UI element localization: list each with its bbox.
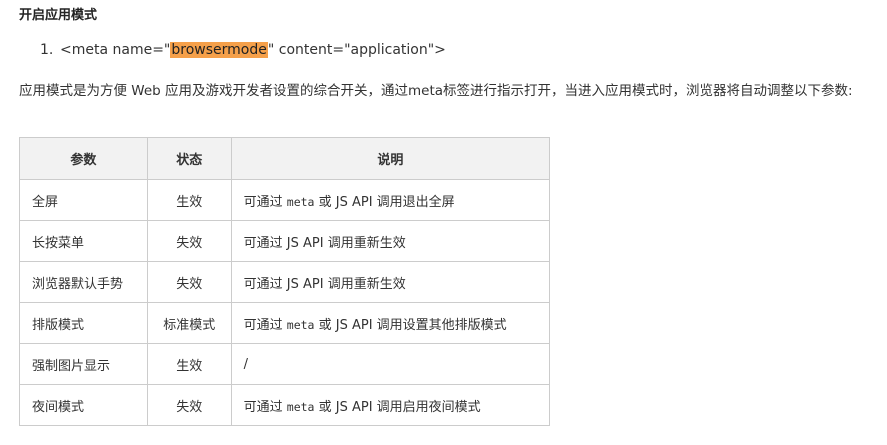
table-row: 长按菜单 失效 可通过 JS API 调用重新生效 bbox=[19, 220, 551, 262]
highlighted-keyword: browsermode bbox=[170, 42, 268, 58]
desc-text: 或 JS API 调用设置其他排版模式 bbox=[314, 317, 507, 333]
table-row: 强制图片显示 生效 / bbox=[19, 343, 551, 385]
code-text-before: <meta name=" bbox=[60, 42, 171, 58]
cell-state: 生效 bbox=[146, 343, 232, 385]
table-row: 夜间模式 失效 可通过 meta 或 JS API 调用启用夜间模式 bbox=[19, 384, 551, 426]
cell-param: 排版模式 bbox=[19, 302, 148, 344]
params-table: 参数 状态 说明 全屏 生效 可通过 meta 或 JS API 调用退出全屏 长按菜… bbox=[19, 137, 551, 426]
cell-state: 标准模式 bbox=[146, 302, 232, 344]
cell-desc: 可通过 meta 或 JS API 调用退出全屏 bbox=[230, 179, 551, 221]
cell-desc: 可通过 meta 或 JS API 调用设置其他排版模式 bbox=[230, 302, 551, 344]
cell-param: 夜间模式 bbox=[19, 384, 148, 426]
cell-param: 浏览器默认手势 bbox=[19, 261, 148, 303]
cell-state: 生效 bbox=[146, 179, 232, 221]
desc-text: 可通过 bbox=[243, 399, 287, 415]
table-row: 排版模式 标准模式 可通过 meta 或 JS API 调用设置其他排版模式 bbox=[19, 302, 551, 344]
desc-text: 可通过 JS API 调用重新生效 bbox=[243, 276, 406, 292]
desc-text: 可通过 bbox=[243, 317, 287, 333]
table-row: 全屏 生效 可通过 meta 或 JS API 调用退出全屏 bbox=[19, 179, 551, 221]
cell-param: 全屏 bbox=[19, 179, 148, 221]
code-text-after: " content="application"> bbox=[267, 42, 446, 58]
cell-desc: 可通过 meta 或 JS API 调用启用夜间模式 bbox=[230, 384, 551, 426]
cell-param: 强制图片显示 bbox=[19, 343, 148, 385]
desc-text: 或 JS API 调用退出全屏 bbox=[314, 194, 455, 210]
cell-param: 长按菜单 bbox=[19, 220, 148, 262]
table-header-row: 参数 状态 说明 bbox=[19, 137, 551, 180]
cell-state: 失效 bbox=[146, 261, 232, 303]
header-desc: 说明 bbox=[230, 137, 551, 180]
cell-state: 失效 bbox=[146, 384, 232, 426]
header-state: 状态 bbox=[146, 137, 232, 180]
description-paragraph: 应用模式是为方便 Web 应用及游戏开发者设置的综合开关，通过meta标签进行指… bbox=[19, 83, 853, 99]
cell-desc: 可通过 JS API 调用重新生效 bbox=[230, 220, 551, 262]
cell-desc: 可通过 JS API 调用重新生效 bbox=[230, 261, 551, 303]
section-heading: 开启应用模式 bbox=[19, 8, 98, 23]
header-param: 参数 bbox=[19, 137, 148, 180]
desc-text: 可通过 JS API 调用重新生效 bbox=[243, 235, 406, 251]
code-keyword: meta bbox=[286, 317, 315, 332]
desc-text: 可通过 bbox=[243, 194, 287, 210]
code-list-item: 1. <meta name="browsermode" content="appl… bbox=[40, 40, 446, 60]
desc-text: / bbox=[243, 356, 249, 372]
code-keyword: meta bbox=[286, 399, 315, 414]
table-row: 浏览器默认手势 失效 可通过 JS API 调用重新生效 bbox=[19, 261, 551, 303]
list-number: 1. bbox=[40, 42, 54, 58]
cell-desc: / bbox=[230, 343, 551, 385]
desc-text: 或 JS API 调用启用夜间模式 bbox=[314, 399, 481, 415]
cell-state: 失效 bbox=[146, 220, 232, 262]
code-keyword: meta bbox=[286, 194, 315, 209]
